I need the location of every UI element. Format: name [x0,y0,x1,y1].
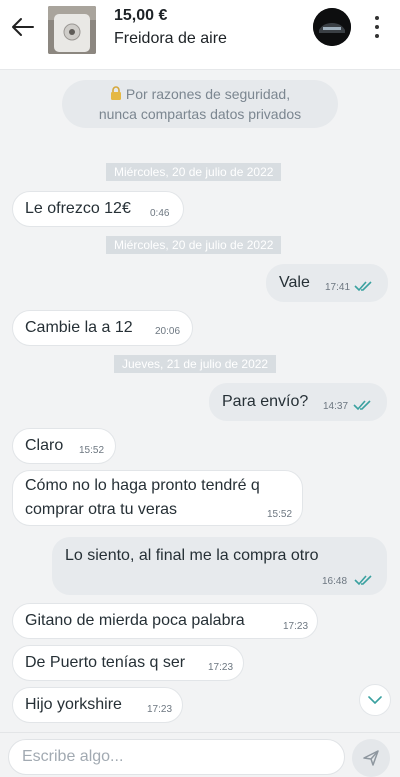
message-bubble-sent[interactable]: Para envío? 14:37 [209,383,387,421]
date-separator: Miércoles, 20 de julio de 2022 [106,236,282,254]
message-time: 17:41 [325,282,351,293]
chevron-down-icon [368,696,382,704]
message-text: Le ofrezco 12€ [25,200,131,217]
message-time: 15:52 [267,509,293,520]
chat-header: 15,00 € Freidora de aire [0,0,400,70]
message-time: 17:23 [208,662,234,673]
security-notice-line2: nunca compartas datos privados [98,106,302,122]
message-text-line1: Cómo no lo haga pronto tendré q [25,477,260,494]
message-text: Cambie la a 12 [25,319,133,336]
message-bubble-received[interactable]: Hijo yorkshire 17:23 [12,687,183,723]
date-separator: Jueves, 21 de julio de 2022 [114,355,277,373]
arrow-left-icon [12,18,34,36]
message-text: Claro [25,437,64,454]
more-options-button[interactable] [366,12,388,42]
message-time: 15:52 [79,445,105,456]
message-time: 17:23 [283,621,309,632]
product-title[interactable]: Freidora de aire [114,30,227,48]
message-text: Para envío? [222,393,309,410]
message-bubble-received[interactable]: Claro 15:52 [12,428,116,464]
message-bubble-received[interactable]: De Puerto tenías q ser 17:23 [12,645,244,681]
message-text: De Puerto tenías q ser [25,654,186,671]
lock-icon [110,86,121,100]
message-input[interactable] [8,739,345,775]
message-time: 16:48 [322,576,348,587]
message-bubble-sent[interactable]: Vale 17:41 [266,264,388,302]
message-text: Lo siento, al final me la compra otro [65,547,319,564]
message-text-line2: comprar otra tu veras [25,501,178,518]
message-time: 20:06 [155,326,181,337]
message-time: 17:23 [147,704,173,715]
double-check-icon [354,281,372,292]
date-separator: Miércoles, 20 de julio de 2022 [106,163,282,181]
message-bubble-received[interactable]: Le ofrezco 12€ 0:46 [12,191,184,227]
message-bubble-received[interactable]: Cambie la a 12 20:06 [12,310,193,346]
car-avatar-image [313,8,351,46]
message-time: 0:46 [150,208,170,219]
product-price: 15,00 € [114,7,168,24]
security-notice: Por razones de seguridad, nunca comparta… [62,80,338,128]
scroll-to-bottom-button[interactable] [359,684,391,716]
air-fryer-image [48,6,96,54]
double-check-icon [354,575,372,586]
message-time: 14:37 [323,401,349,412]
message-composer [0,732,400,777]
message-bubble-received[interactable]: Gitano de mierda poca palabra 17:23 [12,603,318,639]
back-button[interactable] [10,14,36,40]
message-text: Vale [279,274,310,291]
product-thumbnail[interactable] [48,6,96,54]
message-bubble-received[interactable]: Cómo no lo haga pronto tendré q comprar … [12,470,303,526]
send-button[interactable] [352,739,390,777]
message-text: Gitano de mierda poca palabra [25,612,245,629]
kebab-menu-icon [375,16,379,21]
send-icon [363,750,379,766]
message-bubble-sent[interactable]: Lo siento, al final me la compra otro 16… [52,537,387,595]
message-text: Hijo yorkshire [25,696,122,713]
user-avatar[interactable] [313,8,351,46]
double-check-icon [353,400,371,411]
security-notice-line1: Por razones de seguridad, [125,86,291,102]
